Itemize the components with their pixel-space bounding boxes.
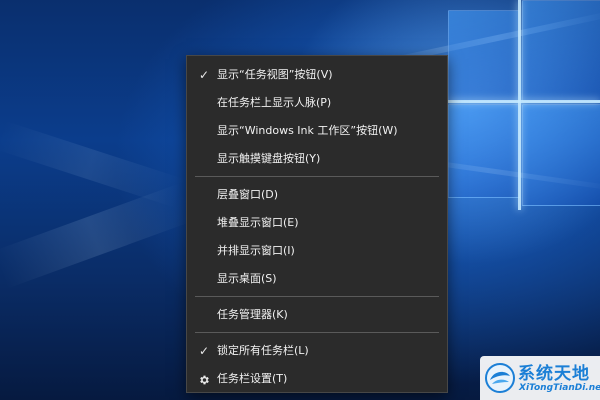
light-beam [0,120,186,208]
menu-item-label: 堆叠显示窗口(E) [217,216,299,229]
windows-logo-divider [448,100,600,103]
taskbar-context-menu: ✓ 显示“任务视图”按钮(V) 在任务栏上显示人脉(P) 显示“Windows … [186,55,448,393]
menu-separator [195,296,439,297]
windows-logo-pane [448,10,520,102]
checkmark-icon: ✓ [198,344,210,358]
menu-item-task-manager[interactable]: 任务管理器(K) [187,301,447,329]
windows-logo-divider [518,0,521,210]
menu-item-cascade-windows[interactable]: 层叠窗口(D) [187,181,447,209]
menu-item-label: 显示“Windows Ink 工作区”按钮(W) [217,124,398,137]
watermark-logo-icon [485,363,515,393]
windows-logo-pane [448,104,520,198]
menu-item-label: 显示桌面(S) [217,272,277,285]
windows-logo-pane [522,0,600,102]
watermark-subtitle: XiTongTianDi.net [519,383,600,393]
gear-icon [196,365,212,393]
checkmark-icon: ✓ [198,68,210,82]
menu-item-show-touch-keyboard-button[interactable]: 显示触摸键盘按钮(Y) [187,145,447,173]
menu-separator [195,332,439,333]
menu-item-show-task-view-button[interactable]: ✓ 显示“任务视图”按钮(V) [187,61,447,89]
menu-item-show-desktop[interactable]: 显示桌面(S) [187,265,447,293]
menu-item-taskbar-settings[interactable]: 任务栏设置(T) [187,365,447,393]
menu-item-show-windows-ink-button[interactable]: 显示“Windows Ink 工作区”按钮(W) [187,117,447,145]
menu-item-show-people[interactable]: 在任务栏上显示人脉(P) [187,89,447,117]
site-watermark: 系统天地 XiTongTianDi.net [480,356,600,400]
menu-item-label: 显示触摸键盘按钮(Y) [217,152,321,165]
menu-separator [195,176,439,177]
menu-item-side-by-side-windows[interactable]: 并排显示窗口(I) [187,237,447,265]
menu-item-label: 在任务栏上显示人脉(P) [217,96,332,109]
windows-logo-pane [522,104,600,206]
menu-item-label: 任务管理器(K) [217,308,288,321]
menu-item-label: 显示“任务视图”按钮(V) [217,68,333,81]
menu-item-stack-windows[interactable]: 堆叠显示窗口(E) [187,209,447,237]
menu-item-label: 并排显示窗口(I) [217,244,295,257]
menu-item-lock-all-taskbars[interactable]: ✓ 锁定所有任务栏(L) [187,337,447,365]
watermark-title: 系统天地 [518,364,590,384]
menu-item-label: 层叠窗口(D) [217,188,279,201]
menu-item-label: 锁定所有任务栏(L) [217,344,309,357]
menu-item-label: 任务栏设置(T) [217,372,288,385]
